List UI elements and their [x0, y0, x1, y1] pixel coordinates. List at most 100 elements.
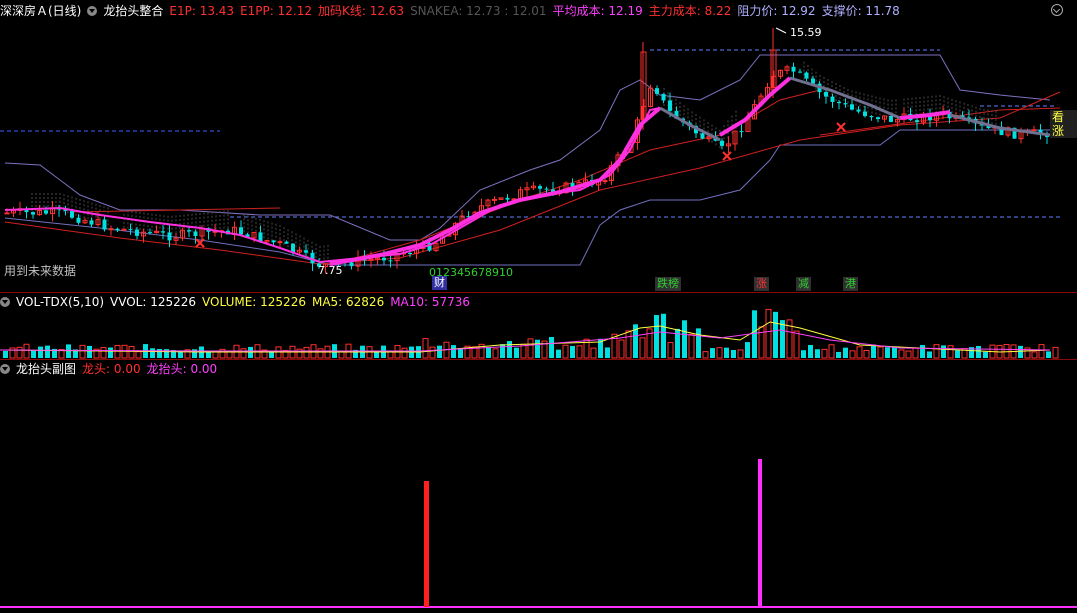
volume-bar — [422, 338, 429, 359]
candle-body — [889, 115, 893, 122]
volume-bar — [801, 350, 806, 358]
kline-chart[interactable] — [0, 0, 1077, 613]
volume-bar — [458, 348, 463, 358]
candle-body — [239, 227, 243, 235]
candle-body — [135, 229, 139, 236]
kan-zhang-label: 看涨 — [1050, 110, 1077, 138]
volume-bar — [570, 345, 575, 358]
volume-bar — [856, 346, 863, 359]
volume-bar — [912, 347, 919, 359]
candle-body — [187, 230, 191, 232]
event-badge-gang[interactable]: 港 — [843, 277, 858, 291]
volume-bar — [737, 349, 744, 359]
volume-bar — [731, 350, 736, 358]
volume-bar — [437, 345, 442, 358]
volume-bar — [1052, 346, 1059, 359]
volume-bar — [863, 350, 870, 359]
volume-bar — [16, 346, 23, 359]
volume-bar — [562, 344, 569, 359]
volume-bar — [401, 347, 408, 359]
event-badge-zhang[interactable]: 涨 — [754, 277, 769, 291]
volume-bar — [535, 339, 540, 358]
candle-body — [739, 131, 744, 133]
volume-bar — [793, 330, 800, 359]
volume-bar — [303, 346, 310, 359]
candle-body — [388, 260, 393, 262]
volume-bar — [773, 311, 778, 358]
volume-bar — [240, 348, 247, 359]
volume-bar — [100, 347, 107, 359]
candle-body — [837, 101, 841, 104]
ma-line-pink-thick — [329, 106, 662, 266]
candle-body — [1031, 129, 1037, 132]
volume-bar — [451, 345, 456, 358]
volume-bar — [590, 347, 597, 359]
volume-bar — [514, 347, 519, 358]
candle-body — [115, 228, 120, 231]
volume-bar — [688, 333, 695, 359]
volume-bar — [625, 330, 632, 359]
upper-band-line — [4, 54, 1051, 241]
candle-body — [31, 212, 35, 215]
volume-bar — [871, 344, 876, 358]
candle-body — [830, 96, 835, 102]
candle-body — [148, 232, 152, 234]
volume-bar — [920, 344, 925, 358]
volume-bar — [38, 346, 43, 358]
volume-bar — [702, 351, 709, 359]
volume-bar — [296, 348, 303, 359]
candle-body — [408, 252, 412, 254]
candle-body — [700, 133, 705, 139]
volume-bar — [492, 348, 499, 359]
candle-body — [544, 188, 549, 190]
volume-bar — [618, 339, 625, 359]
ma-line-grey — [659, 106, 721, 142]
candle-body — [304, 250, 308, 253]
candle-body — [167, 232, 172, 241]
candle-body — [492, 198, 497, 201]
volume-bar — [79, 344, 86, 359]
event-badge-jian[interactable]: 减 — [796, 277, 811, 291]
candle-body — [44, 210, 48, 214]
candle-body — [843, 103, 848, 105]
candle-body — [720, 140, 724, 146]
volume-bar — [885, 347, 890, 358]
candle-body — [70, 210, 74, 218]
low-price-label: 7.75 — [318, 264, 343, 277]
volume-bar — [556, 349, 561, 358]
volume-bar — [898, 349, 905, 359]
volume-bar — [933, 344, 940, 359]
volume-bar — [983, 351, 988, 358]
volume-bar — [745, 342, 750, 358]
candle-body — [108, 228, 114, 231]
candle-body — [277, 241, 283, 244]
volume-bar — [947, 345, 954, 359]
volume-bar — [31, 350, 36, 358]
event-badge-dieb[interactable]: 跌榜 — [655, 277, 681, 291]
volume-bar — [128, 346, 135, 359]
volume-bar — [1018, 345, 1023, 358]
candle-body — [102, 219, 107, 230]
volume-bar — [941, 345, 946, 358]
volume-bar — [828, 344, 835, 359]
candle-body — [161, 231, 165, 233]
volume-bar — [45, 345, 50, 358]
volume-bar — [815, 349, 820, 358]
volume-bar — [752, 310, 757, 358]
candle-body — [804, 72, 809, 79]
volume-bar — [724, 347, 729, 358]
cai-badge[interactable]: 财 — [432, 276, 447, 290]
volume-bar — [710, 348, 715, 358]
candle-body — [349, 262, 354, 267]
candle-body — [284, 241, 289, 244]
volume-bar — [780, 320, 785, 358]
candle-body — [538, 186, 542, 189]
candle-body — [850, 104, 854, 110]
candle-body — [668, 100, 672, 111]
volume-bar — [661, 313, 666, 358]
candle-body — [876, 117, 880, 120]
volume-bar — [87, 345, 92, 358]
candle-body — [863, 111, 867, 117]
volume-bar — [605, 347, 610, 358]
candle-body — [4, 212, 10, 215]
